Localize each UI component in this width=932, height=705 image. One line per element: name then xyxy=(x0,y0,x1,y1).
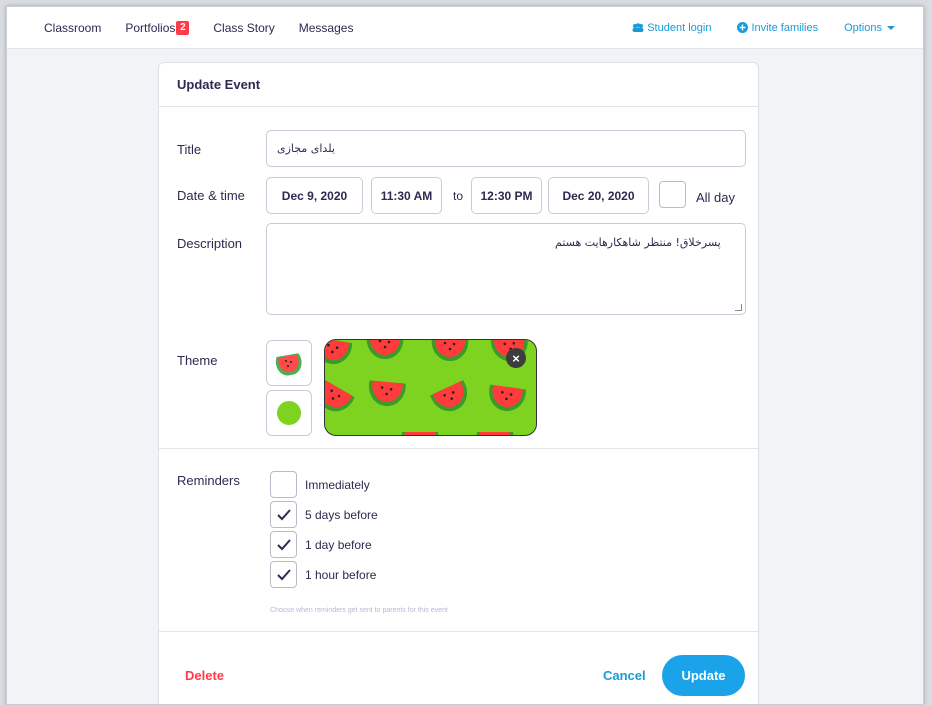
update-button[interactable]: Update xyxy=(662,655,745,696)
students-icon xyxy=(632,23,644,32)
start-date-field[interactable]: Dec 9, 2020 xyxy=(266,177,363,214)
checkmark-icon xyxy=(276,539,291,551)
caret-down-icon xyxy=(887,25,895,30)
top-navbar: Classroom Portfolios 2 Class Story Messag… xyxy=(7,7,923,49)
reminder-checkbox[interactable] xyxy=(270,501,297,528)
watermelon-pattern xyxy=(325,340,531,435)
description-textarea[interactable]: پسرخلاق! منتظر شاهکارهایت هستم xyxy=(266,223,746,315)
theme-watermelon-option[interactable] xyxy=(266,340,312,386)
to-label: to xyxy=(453,189,464,203)
invite-families-link[interactable]: Invite families xyxy=(737,22,818,34)
nav-classroom[interactable]: Classroom xyxy=(44,21,101,35)
update-event-card: Update Event Title یلدای مجازی Date & ti… xyxy=(158,62,759,704)
nav-label: Portfolios xyxy=(125,20,176,35)
checkmark-icon xyxy=(276,509,291,521)
plus-circle-icon xyxy=(737,22,749,33)
cancel-button[interactable]: Cancel xyxy=(603,668,646,683)
title-label: Title xyxy=(177,142,202,157)
options-label: Options xyxy=(844,21,882,34)
footer-divider xyxy=(159,631,758,632)
section-divider xyxy=(159,448,758,449)
nav-label: Class Story xyxy=(213,20,275,35)
nav-messages[interactable]: Messages xyxy=(299,21,354,35)
description-text: پسرخلاق! منتظر شاهکارهایت هستم xyxy=(555,236,721,249)
nav-right: Student login Invite families Options xyxy=(606,22,923,34)
reminders-hint: Choose when reminders get sent to parent… xyxy=(270,607,448,614)
options-menu[interactable]: Options xyxy=(844,22,895,34)
reminder-label: 1 day before xyxy=(305,537,372,552)
theme-label: Theme xyxy=(177,353,218,368)
reminder-checkbox[interactable] xyxy=(270,561,297,588)
student-login-link[interactable]: Student login xyxy=(632,22,711,34)
app-window: Classroom Portfolios 2 Class Story Messag… xyxy=(6,6,924,705)
reminder-5-days[interactable]: 5 days before xyxy=(270,501,378,528)
description-label: Description xyxy=(177,236,243,251)
green-swatch xyxy=(277,401,301,425)
start-time-field[interactable]: 11:30 AM xyxy=(371,177,442,214)
card-title: Update Event xyxy=(159,63,758,107)
student-login-label: Student login xyxy=(647,21,712,34)
reminder-1-day[interactable]: 1 day before xyxy=(270,531,372,558)
notification-badge: 2 xyxy=(176,20,190,35)
title-input[interactable]: یلدای مجازی xyxy=(266,130,746,167)
invite-families-label: Invite families xyxy=(751,21,819,34)
reminder-immediately[interactable]: Immediately xyxy=(270,471,370,498)
close-icon: × xyxy=(512,350,520,366)
theme-green-color-option[interactable] xyxy=(266,390,312,436)
datetime-label: Date & time xyxy=(177,188,245,203)
all-day-label: All day xyxy=(696,190,736,205)
resize-handle[interactable] xyxy=(735,304,742,311)
nav-label: Messages xyxy=(298,20,354,35)
reminder-1-hour[interactable]: 1 hour before xyxy=(270,561,376,588)
checkmark-icon xyxy=(276,569,291,581)
end-time-field[interactable]: 12:30 PM xyxy=(471,177,542,214)
end-date-field[interactable]: Dec 20, 2020 xyxy=(548,177,649,214)
reminders-label: Reminders xyxy=(177,473,240,488)
theme-preview: × xyxy=(324,339,537,436)
nav-class-story[interactable]: Class Story xyxy=(213,21,274,35)
reminder-checkbox[interactable] xyxy=(270,471,297,498)
watermelon-icon xyxy=(275,353,302,376)
delete-button[interactable]: Delete xyxy=(185,668,224,683)
reminder-label: Immediately xyxy=(305,477,370,492)
reminder-label: 1 hour before xyxy=(305,567,377,582)
nav-left: Classroom Portfolios 2 Class Story Messag… xyxy=(7,20,377,35)
remove-theme-button[interactable]: × xyxy=(506,348,526,368)
nav-portfolios[interactable]: Portfolios 2 xyxy=(125,20,190,35)
reminder-label: 5 days before xyxy=(305,507,378,522)
nav-label: Classroom xyxy=(44,20,102,35)
reminder-checkbox[interactable] xyxy=(270,531,297,558)
all-day-checkbox[interactable] xyxy=(659,181,686,208)
